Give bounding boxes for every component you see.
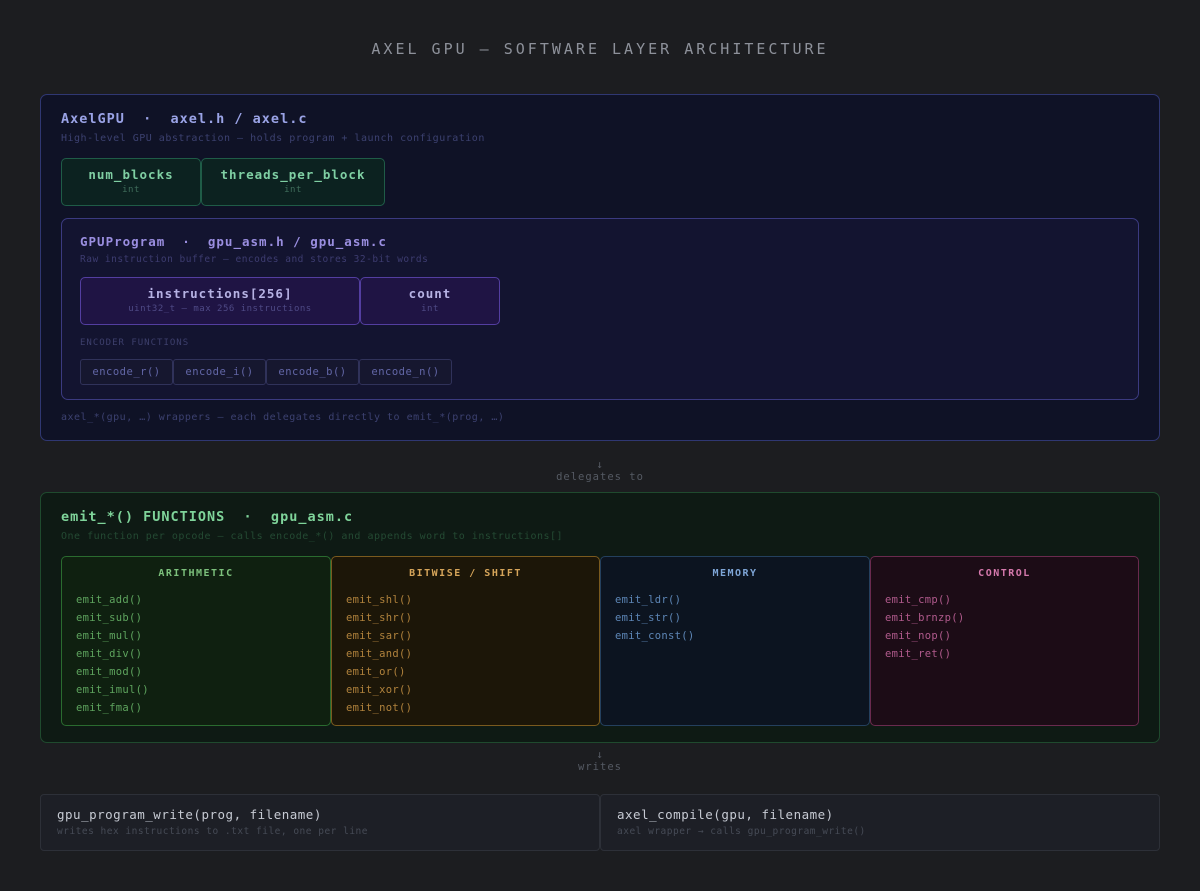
- emit-subtitle: One function per opcode — calls encode_*…: [61, 531, 564, 542]
- gpu-program-write-box: gpu_program_write(prog, filename) writes…: [40, 794, 600, 851]
- output-function-description: writes hex instructions to .txt file, on…: [57, 826, 368, 837]
- field-name: count: [408, 286, 452, 301]
- connector-writes: ↓ writes: [0, 748, 1200, 774]
- emit-function-item: emit_ldr(): [615, 594, 682, 606]
- emit-function-item: emit_brnzp(): [885, 612, 965, 624]
- field-instructions: instructions[256] uint32_t — max 256 ins…: [80, 277, 360, 325]
- emit-function-item: emit_shl(): [346, 594, 413, 606]
- emit-function-item: emit_fma(): [76, 702, 143, 714]
- gpuprogram-subtitle: Raw instruction buffer — encodes and sto…: [80, 254, 429, 265]
- bitwise-shift-column: BITWISE / SHIFT emit_shl() emit_shr() em…: [331, 556, 600, 726]
- encoder-encode-r: encode_r(): [80, 359, 173, 385]
- emit-function-item: emit_imul(): [76, 684, 149, 696]
- emit-function-item: emit_or(): [346, 666, 406, 678]
- field-type: int: [284, 185, 302, 195]
- column-heading: BITWISE / SHIFT: [409, 568, 522, 579]
- connector-delegates: ↓ delegates to: [0, 458, 1200, 484]
- field-type: int: [122, 185, 140, 195]
- field-name: threads_per_block: [220, 167, 366, 182]
- emit-function-item: emit_xor(): [346, 684, 413, 696]
- field-type: int: [421, 304, 439, 314]
- field-name: instructions[256]: [147, 286, 293, 301]
- arrow-down-icon: ↓: [596, 458, 604, 471]
- encoder-encode-b: encode_b(): [266, 359, 359, 385]
- output-function-name: axel_compile(gpu, filename): [617, 807, 834, 822]
- connector-label: writes: [578, 761, 622, 773]
- column-heading: MEMORY: [712, 568, 758, 579]
- emit-function-item: emit_add(): [76, 594, 143, 606]
- emit-function-item: emit_shr(): [346, 612, 413, 624]
- memory-column: MEMORY emit_ldr() emit_str() emit_const(…: [600, 556, 870, 726]
- emit-function-item: emit_mod(): [76, 666, 143, 678]
- axelgpu-subtitle: High-level GPU abstraction — holds progr…: [61, 133, 485, 144]
- emit-function-item: emit_const(): [615, 630, 695, 642]
- column-heading: ARITHMETIC: [158, 568, 234, 579]
- gpuprogram-title: GPUProgram · gpu_asm.h / gpu_asm.c: [80, 234, 387, 249]
- arithmetic-column: ARITHMETIC emit_add() emit_sub() emit_mu…: [61, 556, 331, 726]
- encoder-encode-n: encode_n(): [359, 359, 452, 385]
- emit-function-item: emit_not(): [346, 702, 413, 714]
- emit-function-item: emit_sub(): [76, 612, 143, 624]
- emit-function-item: emit_cmp(): [885, 594, 952, 606]
- encoder-functions-label: ENCODER FUNCTIONS: [80, 338, 190, 348]
- connector-label: delegates to: [556, 471, 644, 483]
- field-count: count int: [360, 277, 500, 325]
- output-function-name: gpu_program_write(prog, filename): [57, 807, 322, 822]
- field-type: uint32_t — max 256 instructions: [128, 304, 312, 314]
- field-name: num_blocks: [88, 167, 174, 182]
- emit-function-item: emit_div(): [76, 648, 143, 660]
- emit-function-item: emit_nop(): [885, 630, 952, 642]
- axelgpu-title: AxelGPU · axel.h / axel.c: [61, 111, 308, 127]
- arrow-down-icon: ↓: [596, 748, 604, 761]
- emit-title: emit_*() FUNCTIONS · gpu_asm.c: [61, 509, 354, 525]
- emit-function-item: emit_sar(): [346, 630, 413, 642]
- emit-function-item: emit_and(): [346, 648, 413, 660]
- column-heading: CONTROL: [978, 568, 1031, 579]
- emit-function-item: emit_ret(): [885, 648, 952, 660]
- emit-function-item: emit_str(): [615, 612, 682, 624]
- control-column: CONTROL emit_cmp() emit_brnzp() emit_nop…: [870, 556, 1139, 726]
- field-threads-per-block: threads_per_block int: [201, 158, 385, 206]
- axelgpu-footer: axel_*(gpu, …) wrappers — each delegates…: [61, 412, 505, 423]
- axel-compile-box: axel_compile(gpu, filename) axel wrapper…: [600, 794, 1160, 851]
- output-function-description: axel wrapper → calls gpu_program_write(): [617, 826, 866, 837]
- encoder-encode-i: encode_i(): [173, 359, 266, 385]
- field-num-blocks: num_blocks int: [61, 158, 201, 206]
- diagram-title: AXEL GPU — SOFTWARE LAYER ARCHITECTURE: [371, 40, 829, 58]
- emit-function-item: emit_mul(): [76, 630, 143, 642]
